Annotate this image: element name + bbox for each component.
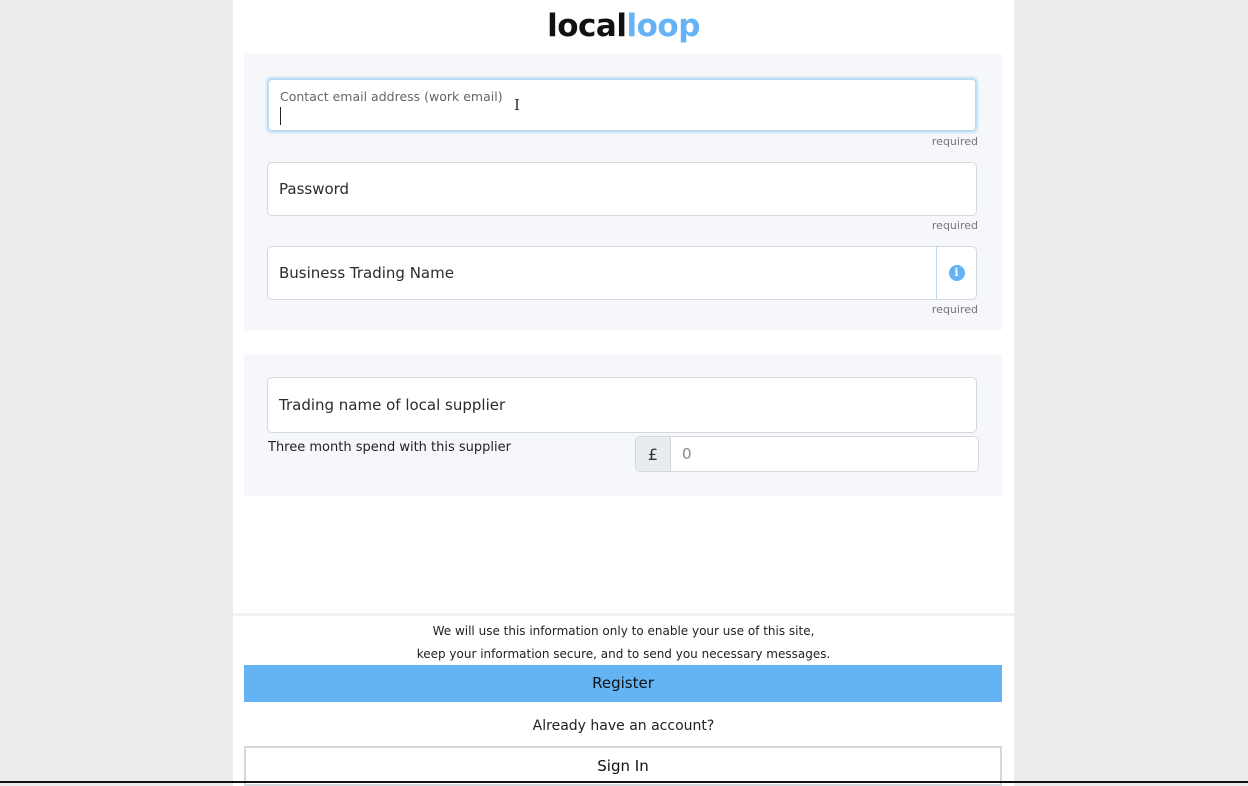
business-name-info-button[interactable]: i bbox=[936, 247, 976, 299]
supplier-name-placeholder: Trading name of local supplier bbox=[279, 396, 506, 414]
password-field[interactable]: Password bbox=[267, 162, 977, 216]
text-caret bbox=[280, 107, 281, 125]
account-details-section: Contact email address (work email) I req… bbox=[244, 54, 1002, 330]
register-button[interactable]: Register bbox=[244, 665, 1002, 702]
password-required-hint: required bbox=[931, 219, 978, 232]
email-field[interactable]: Contact email address (work email) I bbox=[267, 78, 977, 132]
ibeam-cursor-icon: I bbox=[514, 96, 520, 114]
privacy-notice-line1: We will use this information only to ena… bbox=[432, 624, 815, 638]
spend-amount-placeholder: 0 bbox=[682, 445, 692, 463]
supplier-section: Trading name of local supplier Three mon… bbox=[244, 354, 1002, 496]
registration-page: localloop Contact email address (work em… bbox=[233, 0, 1014, 786]
email-required-hint: required bbox=[931, 135, 978, 148]
already-have-account-text: Already have an account? bbox=[532, 718, 715, 734]
spend-label: Three month spend with this supplier bbox=[268, 440, 511, 455]
info-icon: i bbox=[948, 265, 965, 281]
business-name-placeholder: Business Trading Name bbox=[279, 264, 454, 282]
business-name-required-hint: required bbox=[931, 303, 978, 316]
supplier-name-field[interactable]: Trading name of local supplier bbox=[267, 377, 977, 433]
pound-currency-icon: £ bbox=[636, 437, 671, 471]
logo-part-loop: loop bbox=[626, 8, 700, 44]
logo-part-local: local bbox=[547, 8, 627, 44]
spend-amount-input[interactable]: £ 0 bbox=[635, 436, 979, 472]
privacy-notice-line2: keep your information secure, and to sen… bbox=[416, 647, 831, 661]
localloop-logo: localloop bbox=[233, 8, 1014, 44]
email-label: Contact email address (work email) bbox=[280, 89, 503, 104]
business-name-field[interactable]: Business Trading Name i bbox=[267, 246, 977, 300]
form-footer: We will use this information only to ena… bbox=[233, 613, 1014, 786]
password-placeholder: Password bbox=[279, 180, 350, 198]
sign-in-button[interactable]: Sign In bbox=[244, 746, 1002, 786]
